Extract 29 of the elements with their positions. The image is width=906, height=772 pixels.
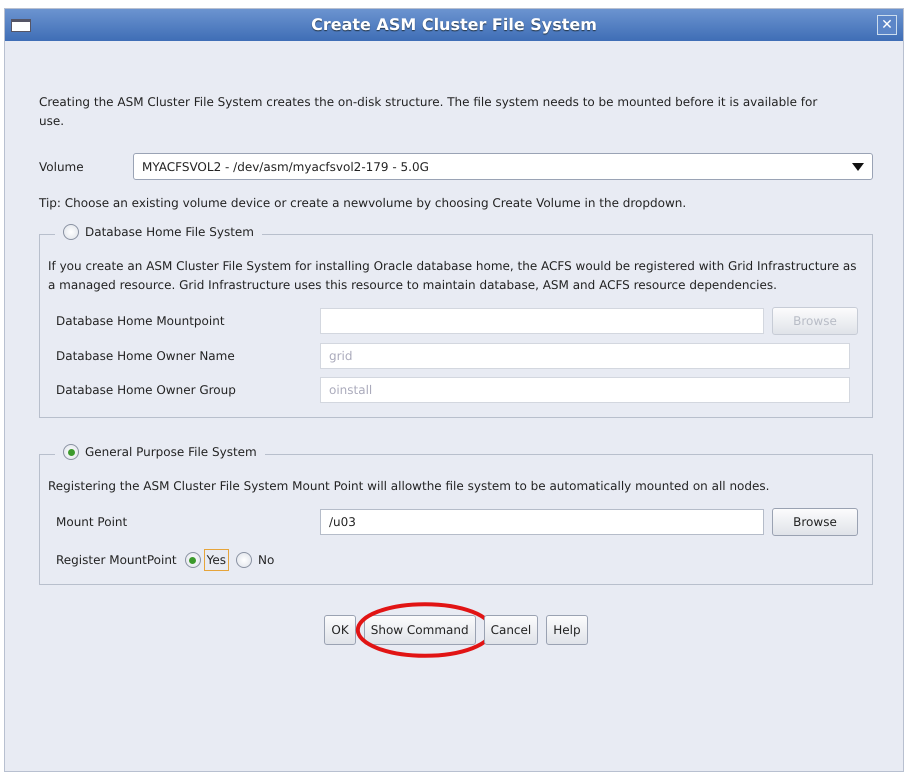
dialog-button[interactable]: OK — [324, 615, 356, 645]
browse-button[interactable]: Browse — [772, 508, 858, 536]
field-label: Register MountPoint — [56, 552, 177, 569]
dialog-button[interactable]: Show Command — [364, 615, 476, 645]
radio-label: No — [257, 552, 276, 569]
description-text: Registering the ASM Cluster File System Mount Point will allowthe file system to be automatically mounted on all nodes. — [48, 478, 770, 495]
window-icon — [11, 18, 31, 32]
tip-text: Tip: Choose an existing volume device or create a newvolume by choosing Create Volume in the dropdown. — [39, 195, 688, 212]
field-label: Volume — [39, 158, 85, 176]
intro-text: Creating the ASM Cluster File System creates the on-disk structure. The file system needs to be mounted before it is available for use. — [39, 94, 818, 130]
field-label: Database Home Owner Name — [55, 348, 236, 365]
dialog-button[interactable]: Cancel — [484, 615, 538, 645]
caret-icon — [852, 162, 864, 170]
close-button[interactable]: ✕ — [877, 15, 897, 35]
radio-label: General Purpose File System — [85, 444, 257, 461]
field-label: Database Home Mountpoint — [55, 313, 226, 330]
description-text: If you create an ASM Cluster File System for installing Oracle database home, the ACFS would be registered with Grid Infrastructure as a managed resource. Grid Infrastructure uses this resource to maintain database, ASM and ACFS resource dependencies. — [48, 258, 858, 294]
input-field[interactable]: /u03 — [320, 509, 764, 535]
radio-button[interactable] — [63, 444, 79, 460]
radio-button[interactable] — [63, 224, 79, 240]
field-label: Database Home Owner Group — [55, 382, 237, 399]
volume-dropdown[interactable]: MYACFSVOL2 - /dev/asm/myacfsvol2-179 - 5.0G — [133, 153, 873, 180]
radio-label: Database Home File System — [85, 224, 254, 241]
radio-label: Yes — [204, 550, 228, 570]
radio-button[interactable] — [184, 552, 201, 568]
window-title: Create ASM Cluster File System — [310, 14, 598, 36]
field-label: Mount Point — [55, 514, 128, 531]
radio-button[interactable] — [236, 552, 252, 568]
dialog-button[interactable]: Help — [546, 615, 588, 645]
